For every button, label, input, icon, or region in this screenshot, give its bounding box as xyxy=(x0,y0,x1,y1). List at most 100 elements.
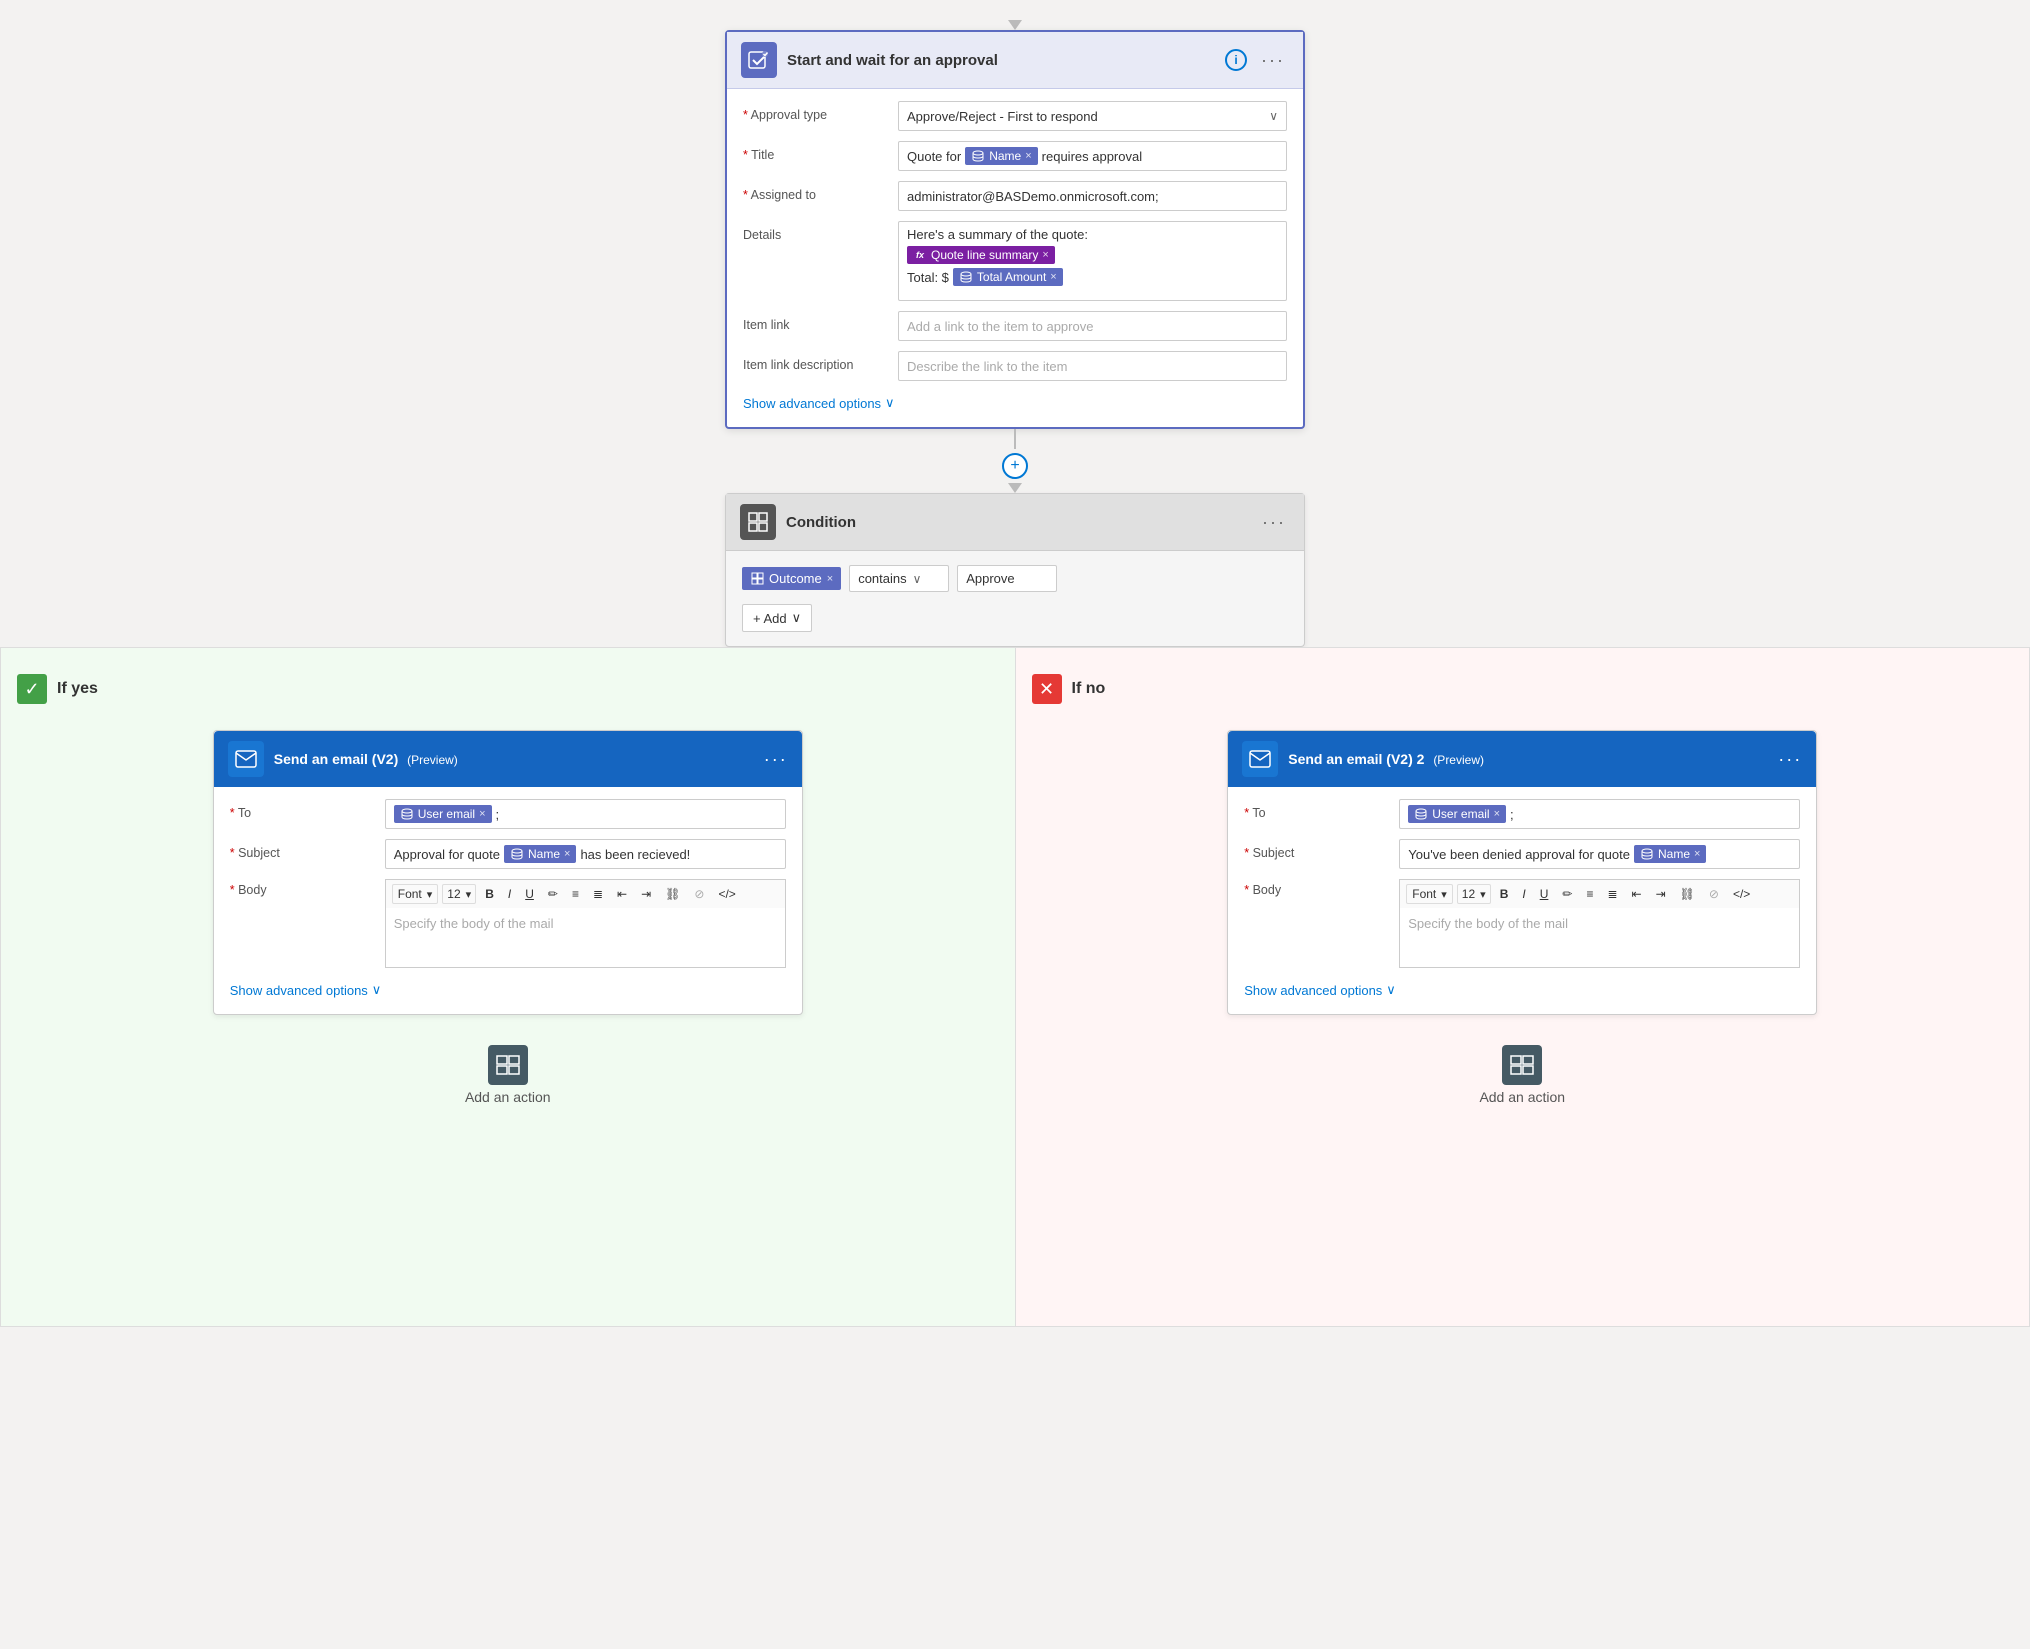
title-name-token-close[interactable]: × xyxy=(1025,150,1031,162)
no-italic-btn[interactable]: I xyxy=(1517,885,1530,903)
approval-dots-menu[interactable]: ··· xyxy=(1257,50,1289,71)
no-pen-btn[interactable]: ✏ xyxy=(1557,885,1577,903)
no-indent-l-btn[interactable]: ⇤ xyxy=(1627,885,1647,903)
no-font-chevron: ▾ xyxy=(1441,888,1447,901)
yes-link-btn[interactable]: ⛓ xyxy=(660,885,685,903)
no-body-input[interactable]: Specify the body of the mail xyxy=(1399,908,1800,968)
approval-type-input[interactable]: Approve/Reject - First to respond ∨ xyxy=(898,101,1287,131)
yes-font-select[interactable]: Font ▾ xyxy=(392,884,439,904)
no-underline-btn[interactable]: U xyxy=(1535,885,1554,903)
no-to-input[interactable]: User email × ; xyxy=(1399,799,1800,829)
yes-list-ol-btn[interactable]: ≣ xyxy=(588,885,608,903)
yes-subject-suffix: has been recieved! xyxy=(580,847,690,862)
no-add-action-btn[interactable]: Add an action xyxy=(1479,1045,1565,1105)
condition-dots-menu[interactable]: ··· xyxy=(1258,512,1290,533)
outcome-token-icon xyxy=(750,572,764,586)
no-indent-r-btn[interactable]: ⇥ xyxy=(1651,885,1671,903)
yes-email-dots-menu[interactable]: ··· xyxy=(764,749,788,770)
yes-to-input[interactable]: User email × ; xyxy=(385,799,786,829)
details-token1-close[interactable]: × xyxy=(1042,249,1048,261)
no-email-preview: (Preview) xyxy=(1433,753,1484,767)
yes-code-btn[interactable]: </> xyxy=(713,885,740,903)
yes-italic-btn[interactable]: I xyxy=(503,885,516,903)
yes-bold-btn[interactable]: B xyxy=(480,885,499,903)
info-icon[interactable]: i xyxy=(1225,49,1247,71)
yes-show-advanced-text: Show advanced options xyxy=(230,983,368,998)
no-email-dots-menu[interactable]: ··· xyxy=(1778,749,1802,770)
no-email-body: To User email xyxy=(1228,787,1816,1014)
approval-card-title: Start and wait for an approval xyxy=(787,52,1215,69)
no-bold-btn[interactable]: B xyxy=(1495,885,1514,903)
no-to-suffix: ; xyxy=(1510,807,1514,822)
top-arrow xyxy=(1008,20,1022,30)
assigned-to-input[interactable]: administrator@BASDemo.onmicrosoft.com; xyxy=(898,181,1287,211)
condition-value-input[interactable]: Approve xyxy=(957,565,1057,592)
add-step-plus[interactable]: + xyxy=(1002,453,1028,479)
no-name-token-close[interactable]: × xyxy=(1694,848,1700,860)
no-unlink-btn[interactable]: ⊘ xyxy=(1704,885,1724,903)
no-email-card: Send an email (V2) 2 (Preview) ··· To xyxy=(1227,730,1817,1015)
item-link-input[interactable]: Add a link to the item to approve xyxy=(898,311,1287,341)
yes-indent-l-btn[interactable]: ⇤ xyxy=(612,885,632,903)
no-link-btn[interactable]: ⛓ xyxy=(1675,885,1700,903)
yes-email-body: To User email xyxy=(214,787,802,1014)
condition-add-button[interactable]: + Add ∨ xyxy=(742,604,812,632)
no-list-ul-btn[interactable]: ≡ xyxy=(1581,885,1598,903)
yes-user-email-token: User email × xyxy=(394,805,492,823)
yes-body-placeholder: Specify the body of the mail xyxy=(394,916,554,931)
outcome-token-close[interactable]: × xyxy=(827,573,833,585)
branch-no: ✕ If no Send an email (V2) 2 (Preview) xyxy=(1016,648,2030,1326)
yes-token-db-icon xyxy=(400,807,414,821)
yes-name-token-icon xyxy=(510,847,524,861)
yes-list-ul-btn[interactable]: ≡ xyxy=(567,885,584,903)
no-list-ol-btn[interactable]: ≣ xyxy=(1602,885,1622,903)
item-link-desc-input[interactable]: Describe the link to the item xyxy=(898,351,1287,381)
details-input[interactable]: Here's a summary of the quote: fx Quote … xyxy=(898,221,1287,301)
yes-subject-input[interactable]: Approval for quote Name xyxy=(385,839,786,869)
yes-underline-btn[interactable]: U xyxy=(520,885,539,903)
no-name-token-label: Name xyxy=(1658,847,1690,861)
condition-card: Condition ··· Outcome × xyxy=(725,493,1305,647)
item-link-placeholder: Add a link to the item to approve xyxy=(907,319,1093,334)
outcome-token: Outcome × xyxy=(742,567,841,590)
no-font-select[interactable]: Font ▾ xyxy=(1406,884,1453,904)
condition-operator[interactable]: contains ∨ xyxy=(849,565,949,592)
yes-unlink-btn[interactable]: ⊘ xyxy=(689,885,709,903)
yes-email-header: Send an email (V2) (Preview) ··· xyxy=(214,731,802,787)
yes-to-suffix: ; xyxy=(496,807,500,822)
approval-show-advanced[interactable]: Show advanced options ∨ xyxy=(743,391,1287,415)
details-token2-close[interactable]: × xyxy=(1050,271,1056,283)
no-email-header: Send an email (V2) 2 (Preview) ··· xyxy=(1228,731,1816,787)
no-size-select[interactable]: 12 ▾ xyxy=(1457,884,1491,904)
no-user-email-close[interactable]: × xyxy=(1494,808,1500,820)
condition-body: Outcome × contains ∨ Approve + Add ∨ xyxy=(726,551,1304,646)
yes-show-advanced-chevron: ∨ xyxy=(372,982,382,998)
yes-add-action-icon xyxy=(488,1045,528,1085)
yes-size-select[interactable]: 12 ▾ xyxy=(442,884,476,904)
no-code-btn[interactable]: </> xyxy=(1728,885,1755,903)
title-prefix: Quote for xyxy=(907,149,961,164)
no-size-chevron: ▾ xyxy=(1480,888,1486,901)
yes-user-email-close[interactable]: × xyxy=(479,808,485,820)
assigned-to-label: Assigned to xyxy=(743,181,888,202)
yes-body-editor: Font ▾ 12 ▾ B I U ✏ xyxy=(385,879,786,968)
details-token1-label: Quote line summary xyxy=(931,248,1038,262)
yes-body-toolbar: Font ▾ 12 ▾ B I U ✏ xyxy=(385,879,786,908)
yes-body-input[interactable]: Specify the body of the mail xyxy=(385,908,786,968)
no-show-advanced-chevron: ∨ xyxy=(1386,982,1396,998)
branch-no-label: If no xyxy=(1072,680,1106,698)
approval-type-chevron: ∨ xyxy=(1269,109,1278,123)
yes-add-action-btn[interactable]: Add an action xyxy=(465,1045,551,1105)
no-show-advanced[interactable]: Show advanced options ∨ xyxy=(1244,978,1800,1002)
item-link-desc-row: Item link description Describe the link … xyxy=(743,351,1287,381)
no-user-email-label: User email xyxy=(1432,807,1489,821)
yes-indent-r-btn[interactable]: ⇥ xyxy=(636,885,656,903)
yes-pen-btn[interactable]: ✏ xyxy=(543,885,563,903)
yes-add-action-text: Add an action xyxy=(465,1089,551,1105)
no-subject-input[interactable]: You've been denied approval for quote xyxy=(1399,839,1800,869)
condition-add-chevron: ∨ xyxy=(792,610,802,626)
no-body-row: Body Font ▾ 12 ▾ xyxy=(1244,879,1800,968)
yes-show-advanced[interactable]: Show advanced options ∨ xyxy=(230,978,786,1002)
title-input[interactable]: Quote for Name × requires approval xyxy=(898,141,1287,171)
yes-name-token-close[interactable]: × xyxy=(564,848,570,860)
